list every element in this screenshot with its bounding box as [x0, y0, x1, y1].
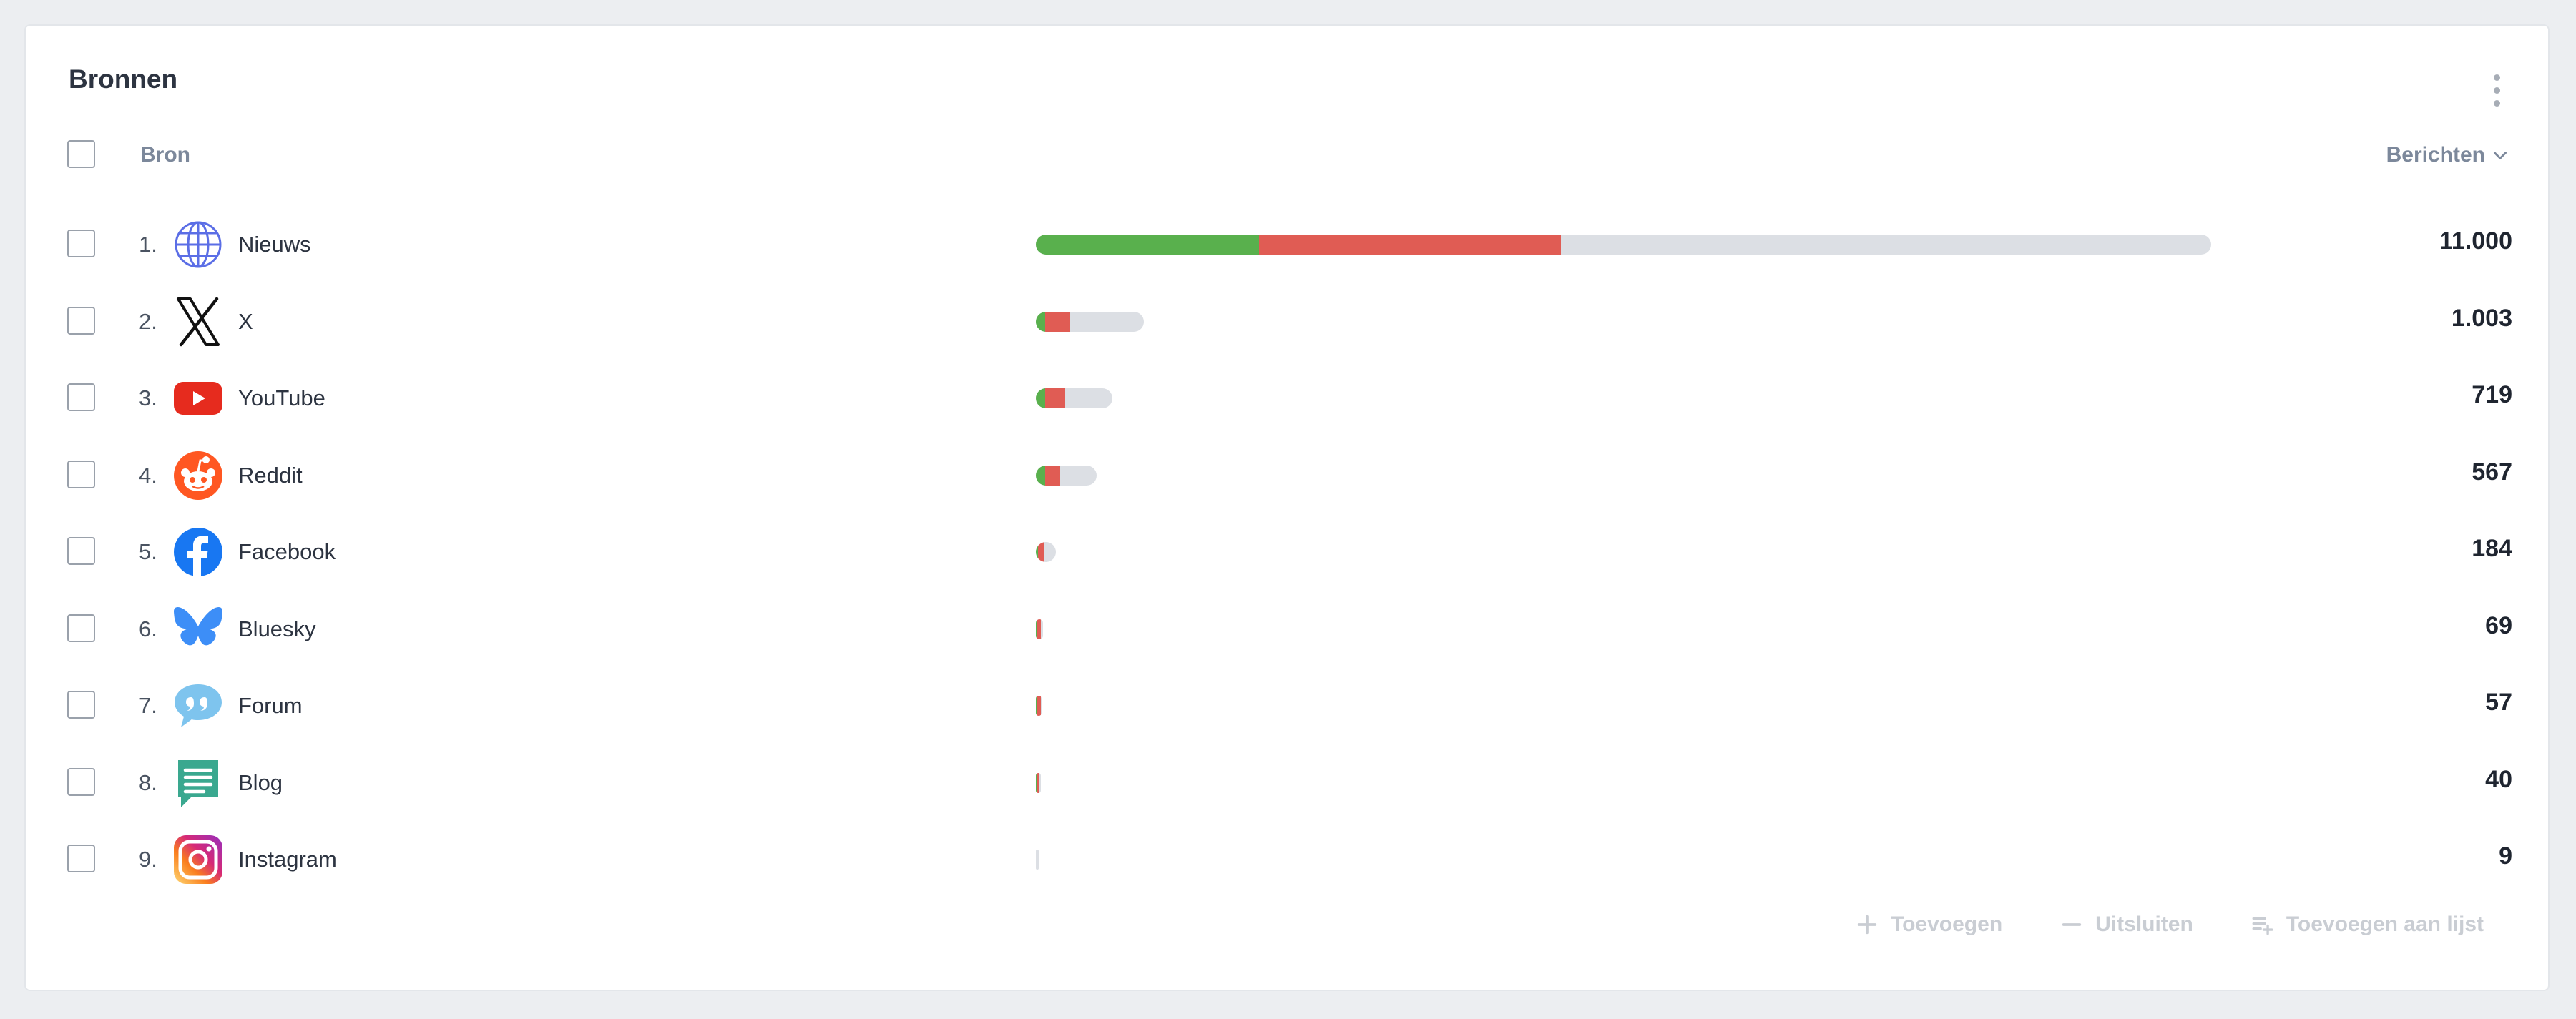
sentiment-bar-negative	[1037, 696, 1041, 716]
sentiment-bar	[1036, 311, 1144, 332]
sentiment-bar-positive	[1036, 235, 1259, 255]
sentiment-bar	[1036, 619, 1043, 639]
source-name: Blog	[238, 769, 283, 795]
sentiment-bar	[1036, 542, 1056, 562]
message-count: 40	[2485, 765, 2512, 793]
chevron-down-icon	[2494, 152, 2507, 159]
row-checkbox[interactable]	[67, 691, 95, 719]
source-name: YouTube	[238, 385, 325, 410]
reddit-icon	[172, 450, 224, 501]
sentiment-bar-positive	[1036, 311, 1045, 332]
sentiment-bar	[1036, 235, 2211, 255]
add-to-list-button-label: Toevoegen aan lijst	[2286, 912, 2484, 936]
sentiment-bar-positive	[1036, 465, 1045, 486]
message-count: 1.003	[2451, 304, 2512, 332]
source-row[interactable]: 9. Instagram 9	[26, 831, 2551, 888]
sentiment-bar	[1036, 465, 1097, 486]
source-name: Forum	[238, 693, 303, 718]
source-row[interactable]: 3. YouTube 719	[26, 370, 2551, 427]
source-name: Instagram	[238, 847, 337, 872]
sentiment-bar	[1036, 388, 1112, 408]
youtube-icon	[172, 373, 224, 424]
message-count: 57	[2485, 689, 2512, 716]
source-name: Nieuws	[238, 232, 311, 257]
column-header-messages-label: Berichten	[2386, 143, 2485, 167]
source-name: Facebook	[238, 539, 336, 564]
sentiment-bar	[1036, 696, 1042, 716]
facebook-icon	[172, 526, 224, 578]
add-button-label: Toevoegen	[1891, 912, 2003, 936]
bulk-actions: Toevoegen Uitsluiten Toevoegen aan lijst	[1855, 912, 2484, 937]
card-title: Bronnen	[69, 64, 178, 94]
select-all-checkbox[interactable]	[67, 140, 95, 168]
add-button[interactable]: Toevoegen	[1855, 912, 2002, 937]
source-row[interactable]: 4. Reddit 567	[26, 447, 2551, 504]
globe-icon	[172, 219, 224, 270]
message-count: 69	[2485, 611, 2512, 639]
more-options-icon[interactable]	[2484, 69, 2509, 112]
message-count: 719	[2472, 381, 2512, 408]
row-checkbox[interactable]	[67, 537, 95, 565]
sources-card: Bronnen Bron Berichten 1. Nieuws 11.000 2. X…	[24, 24, 2550, 991]
message-count: 9	[2499, 842, 2512, 870]
source-name: Reddit	[238, 462, 303, 488]
row-checkbox[interactable]	[67, 383, 95, 411]
source-row[interactable]: 7. Forum 57	[26, 677, 2551, 734]
exclude-button-label: Uitsluiten	[2095, 912, 2193, 936]
source-name: Bluesky	[238, 616, 316, 641]
instagram-icon	[172, 834, 224, 885]
sentiment-bar-negative	[1045, 311, 1070, 332]
column-header-messages[interactable]: Berichten	[2386, 143, 2509, 167]
sentiment-bar-negative	[1045, 465, 1060, 486]
message-count: 11.000	[2439, 227, 2512, 255]
plus-icon	[1857, 915, 1877, 935]
source-row[interactable]: 2. X 1.003	[26, 293, 2551, 350]
row-checkbox[interactable]	[67, 767, 95, 796]
row-checkbox[interactable]	[67, 230, 95, 257]
sentiment-bar-negative	[1045, 388, 1065, 408]
row-checkbox[interactable]	[67, 845, 95, 872]
message-count: 184	[2472, 535, 2512, 562]
column-header-source[interactable]: Bron	[140, 143, 190, 167]
minus-icon	[2062, 923, 2082, 926]
exclude-button[interactable]: Uitsluiten	[2060, 912, 2193, 937]
sentiment-bar-negative	[1037, 619, 1041, 639]
forum-icon	[172, 680, 224, 732]
source-row[interactable]: 6. Bluesky 69	[26, 601, 2551, 658]
source-row[interactable]: 5. Facebook 184	[26, 523, 2551, 581]
sentiment-bar-positive	[1036, 388, 1045, 408]
source-row[interactable]: 1. Nieuws 11.000	[26, 216, 2551, 273]
x-logo-icon	[172, 296, 224, 348]
message-count: 567	[2472, 458, 2512, 486]
sentiment-bar-negative	[1259, 235, 1561, 255]
bluesky-icon	[172, 604, 224, 655]
sentiment-bar-negative	[1038, 542, 1044, 562]
row-checkbox[interactable]	[67, 614, 95, 642]
row-checkbox[interactable]	[67, 460, 95, 488]
blog-icon	[172, 757, 224, 809]
sentiment-bar	[1036, 772, 1041, 793]
source-name: X	[238, 308, 253, 334]
source-row[interactable]: 8. Blog 40	[26, 754, 2551, 812]
playlist-add-icon	[2252, 917, 2273, 935]
sentiment-bar	[1036, 850, 1039, 870]
sentiment-bar-negative	[1037, 772, 1039, 793]
row-checkbox[interactable]	[67, 306, 95, 335]
add-to-list-button[interactable]: Toevoegen aan lijst	[2251, 912, 2484, 937]
